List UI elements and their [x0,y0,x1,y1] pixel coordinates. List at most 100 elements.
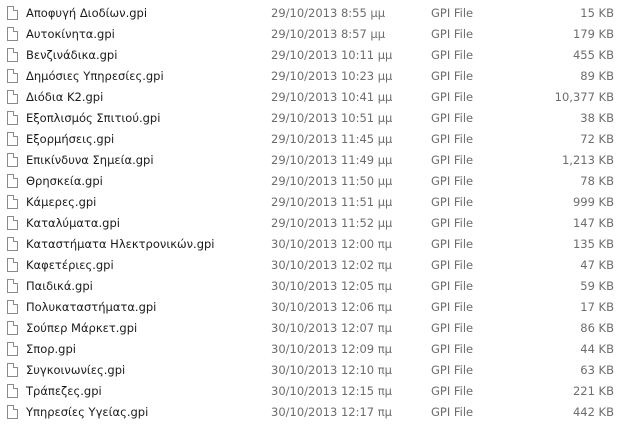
file-icon [7,48,18,62]
file-date-modified: 30/10/2013 12:00 πμ [271,237,392,251]
file-type: GPI File [431,90,474,104]
file-icon [7,300,18,314]
file-name: Εξορμήσεις.gpi [26,132,115,146]
file-size: 38 KB [580,111,614,125]
file-date-modified: 29/10/2013 11:51 μμ [271,195,393,209]
file-type: GPI File [431,384,474,398]
file-row[interactable]: Καφετέριες.gpi 30/10/2013 12:02 πμ GPI F… [0,255,636,276]
file-type: GPI File [431,405,474,419]
file-row[interactable]: Αποφυγή Διοδίων.gpi 29/10/2013 8:55 μμ G… [0,3,636,24]
file-name: Παιδικά.gpi [26,279,93,293]
file-icon [7,216,18,230]
file-size: 10,377 KB [554,90,614,104]
file-icon [7,363,18,377]
file-date-modified: 29/10/2013 8:57 μμ [271,27,386,41]
file-icon [7,111,18,125]
file-icon [7,6,18,20]
file-row[interactable]: Κάμερες.gpi 29/10/2013 11:51 μμ GPI File… [0,192,636,213]
file-date-modified: 30/10/2013 12:05 πμ [271,279,392,293]
file-date-modified: 30/10/2013 12:07 πμ [271,321,392,335]
file-name: Αποφυγή Διοδίων.gpi [26,6,148,20]
file-row[interactable]: Συγκοινωνίες.gpi 30/10/2013 12:10 πμ GPI… [0,360,636,381]
file-row[interactable]: Διόδια Κ2.gpi 29/10/2013 10:41 μμ GPI Fi… [0,87,636,108]
file-type: GPI File [431,6,474,20]
file-date-modified: 29/10/2013 10:41 μμ [271,90,393,104]
file-row[interactable]: Υπηρεσίες Υγείας.gpi 30/10/2013 12:17 πμ… [0,402,636,423]
file-row[interactable]: Εξορμήσεις.gpi 29/10/2013 11:45 μμ GPI F… [0,129,636,150]
file-size: 47 KB [580,258,614,272]
file-name: Συγκοινωνίες.gpi [26,363,126,377]
file-row[interactable]: Καταστήματα Ηλεκτρονικών.gpi 30/10/2013 … [0,234,636,255]
file-type: GPI File [431,237,474,251]
file-size: 442 KB [572,405,614,419]
file-date-modified: 29/10/2013 10:11 μμ [271,48,393,62]
file-row[interactable]: Καταλύματα.gpi 29/10/2013 11:52 μμ GPI F… [0,213,636,234]
file-date-modified: 29/10/2013 10:51 μμ [271,111,393,125]
file-icon [7,237,18,251]
file-type: GPI File [431,258,474,272]
file-date-modified: 29/10/2013 8:55 μμ [271,6,386,20]
file-icon [7,321,18,335]
file-size: 78 KB [580,174,614,188]
file-icon [7,174,18,188]
file-type: GPI File [431,195,474,209]
file-size: 72 KB [580,132,614,146]
file-row[interactable]: Επικίνδυνα Σημεία.gpi 29/10/2013 11:49 μ… [0,150,636,171]
file-row[interactable]: Τράπεζες.gpi 30/10/2013 12:15 πμ GPI Fil… [0,381,636,402]
file-name: Σούπερ Μάρκετ.gpi [26,321,138,335]
file-row[interactable]: Εξοπλισμός Σπιτιού.gpi 29/10/2013 10:51 … [0,108,636,129]
file-size: 86 KB [580,321,614,335]
file-date-modified: 30/10/2013 12:10 πμ [271,363,392,377]
file-date-modified: 29/10/2013 11:52 μμ [271,216,393,230]
file-name: Διόδια Κ2.gpi [26,90,104,104]
file-icon [7,153,18,167]
file-name: Βενζινάδικα.gpi [26,48,118,62]
file-name: Καταστήματα Ηλεκτρονικών.gpi [26,237,215,251]
file-icon [7,69,18,83]
file-name: Κάμερες.gpi [26,195,97,209]
file-row[interactable]: Θρησκεία.gpi 29/10/2013 11:50 μμ GPI Fil… [0,171,636,192]
file-row[interactable]: Αυτοκίνητα.gpi 29/10/2013 8:57 μμ GPI Fi… [0,24,636,45]
file-name: Υπηρεσίες Υγείας.gpi [26,405,149,419]
file-type: GPI File [431,174,474,188]
file-icon [7,132,18,146]
file-name: Τράπεζες.gpi [26,384,102,398]
file-type: GPI File [431,27,474,41]
file-name: Επικίνδυνα Σημεία.gpi [26,153,154,167]
file-row[interactable]: Βενζινάδικα.gpi 29/10/2013 10:11 μμ GPI … [0,45,636,66]
file-type: GPI File [431,279,474,293]
file-size: 44 KB [580,342,614,356]
file-size: 63 KB [580,363,614,377]
file-type: GPI File [431,111,474,125]
file-date-modified: 29/10/2013 10:23 μμ [271,69,393,83]
file-date-modified: 29/10/2013 11:45 μμ [271,132,393,146]
file-row[interactable]: Σπορ.gpi 30/10/2013 12:09 πμ GPI File 44… [0,339,636,360]
file-row[interactable]: Δημόσιες Υπηρεσίες.gpi 29/10/2013 10:23 … [0,66,636,87]
file-size: 1,213 KB [561,153,614,167]
file-type: GPI File [431,48,474,62]
file-name: Καταλύματα.gpi [26,216,120,230]
file-row[interactable]: Σούπερ Μάρκετ.gpi 30/10/2013 12:07 πμ GP… [0,318,636,339]
file-icon [7,405,18,419]
file-size: 221 KB [572,384,614,398]
file-icon [7,90,18,104]
file-size: 455 KB [572,48,614,62]
file-type: GPI File [431,69,474,83]
file-size: 59 KB [580,279,614,293]
file-type: GPI File [431,216,474,230]
file-type: GPI File [431,363,474,377]
file-date-modified: 30/10/2013 12:02 πμ [271,258,392,272]
file-type: GPI File [431,342,474,356]
file-row[interactable]: Πολυκαταστήματα.gpi 30/10/2013 12:06 πμ … [0,297,636,318]
file-date-modified: 29/10/2013 11:50 μμ [271,174,393,188]
file-date-modified: 30/10/2013 12:17 πμ [271,405,392,419]
file-row[interactable]: Παιδικά.gpi 30/10/2013 12:05 πμ GPI File… [0,276,636,297]
file-name: Εξοπλισμός Σπιτιού.gpi [26,111,161,125]
file-size: 15 KB [580,6,614,20]
file-name: Σπορ.gpi [26,342,76,356]
file-date-modified: 29/10/2013 11:49 μμ [271,153,393,167]
file-size: 179 KB [572,27,614,41]
file-name: Καφετέριες.gpi [26,258,114,272]
file-date-modified: 30/10/2013 12:09 πμ [271,342,392,356]
file-list: Αποφυγή Διοδίων.gpi 29/10/2013 8:55 μμ G… [0,3,636,423]
